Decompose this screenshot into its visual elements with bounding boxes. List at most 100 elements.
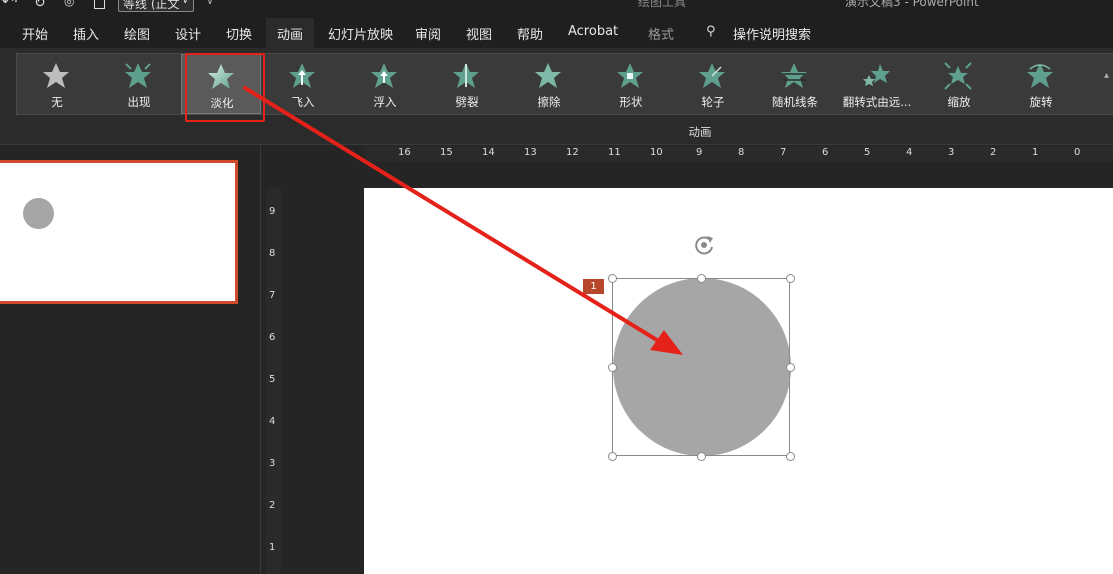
slide-thumbnail-1[interactable] [0, 160, 238, 304]
star-swivel-icon [1027, 63, 1053, 88]
resize-handle-w[interactable] [608, 363, 617, 372]
star-shape-icon [617, 63, 643, 88]
star-wipe-icon [535, 63, 561, 88]
ruler-number: 8 [738, 147, 745, 158]
selection-box [608, 274, 795, 461]
ruler-number: 14 [482, 147, 495, 158]
tab-format[interactable]: 格式 [648, 24, 674, 43]
effect-label: 缩放 [947, 95, 971, 109]
effect-split[interactable]: 劈裂 [427, 54, 507, 114]
ruler-number: 3 [269, 458, 276, 469]
title-bar: ↶· ↻ ◎ 等线 (正文 ∨ ∨ 绘图工具 演示文稿3 - PowerPoin… [0, 0, 1113, 14]
redo-icon[interactable]: ↻ [34, 0, 46, 11]
resize-handle-sw[interactable] [608, 452, 617, 461]
tab-design[interactable]: 设计 [175, 24, 201, 43]
document-icon[interactable] [94, 0, 105, 9]
effect-label: 浮入 [373, 95, 397, 109]
ruler-number: 10 [650, 147, 663, 158]
effect-shape[interactable]: 形状 [591, 54, 671, 114]
effect-label: 翻转式由远... [842, 95, 912, 109]
resize-handle-n[interactable] [697, 274, 706, 283]
ruler-number: 1 [1032, 147, 1039, 158]
ruler-number: 13 [524, 147, 537, 158]
effect-label: 形状 [619, 95, 643, 109]
document-title: 演示文稿3 - PowerPoint [845, 0, 979, 9]
ruler-number: 15 [440, 147, 453, 158]
resize-handle-nw[interactable] [608, 274, 617, 283]
effect-label: 随机线条 [772, 95, 818, 109]
ruler-number: 5 [269, 374, 276, 385]
group-label-animation: 动画 [688, 125, 712, 139]
undo-icon[interactable]: ↶· [2, 0, 18, 10]
star-fly-in-icon [289, 63, 315, 88]
star-grow-turn-icon [863, 64, 890, 86]
font-select-value: 等线 (正文 [123, 0, 180, 11]
tab-view[interactable]: 视图 [466, 24, 492, 43]
tell-me-search[interactable]: 操作说明搜索 [733, 24, 811, 43]
tab-review[interactable]: 审阅 [415, 24, 441, 43]
ribbon-tabs: 开始 插入 绘图 设计 切换 动画 幻灯片放映 审阅 视图 帮助 Acrobat… [0, 14, 1113, 48]
context-title: 绘图工具 [638, 0, 687, 9]
ruler-number: 7 [269, 290, 276, 301]
tab-draw[interactable]: 绘图 [124, 24, 150, 43]
effect-swivel[interactable]: 旋转 [1001, 54, 1081, 114]
resize-handle-se[interactable] [786, 452, 795, 461]
effect-float-in[interactable]: 浮入 [345, 54, 425, 114]
ruler-number: 7 [780, 147, 787, 158]
effect-random-bars[interactable]: 随机线条 [755, 54, 835, 114]
tab-insert[interactable]: 插入 [73, 24, 99, 43]
effect-wipe[interactable]: 擦除 [509, 54, 589, 114]
star-burst-icon [125, 63, 151, 88]
effect-none[interactable]: 无 [17, 54, 97, 114]
effect-fly-in[interactable]: 飞入 [263, 54, 343, 114]
thumbnail-circle [23, 198, 54, 229]
ruler-number: 6 [269, 332, 276, 343]
effect-label: 劈裂 [455, 95, 479, 109]
animation-order-tag[interactable]: 1 [583, 279, 604, 294]
star-wheel-icon [699, 63, 725, 88]
tab-slideshow[interactable]: 幻灯片放映 [328, 24, 393, 43]
effect-label: 飞入 [291, 95, 315, 109]
font-select[interactable]: 等线 (正文 ∨ [118, 0, 194, 12]
tab-home[interactable]: 开始 [22, 24, 48, 43]
effect-grow-turn[interactable]: 翻转式由远... [837, 54, 917, 114]
customize-qat-icon[interactable]: ∨ [206, 0, 214, 7]
ruler-number: 0 [1074, 147, 1081, 158]
rotate-handle-icon[interactable] [691, 232, 717, 258]
chevron-down-icon: ∨ [181, 0, 189, 6]
ruler-number: 6 [822, 147, 829, 158]
slide-thumbnail-pane [0, 145, 261, 574]
star-random-bars-icon [781, 63, 807, 88]
tab-acrobat[interactable]: Acrobat [568, 24, 618, 39]
effect-zoom[interactable]: 缩放 [919, 54, 999, 114]
ruler-number: 16 [398, 147, 411, 158]
effect-label: 无 [51, 95, 63, 109]
tab-animations[interactable]: 动画 [277, 24, 303, 43]
highlight-box [185, 53, 265, 122]
gallery-scroll-icon[interactable]: ▴ [1104, 70, 1109, 81]
ruler-number: 9 [696, 147, 703, 158]
ruler-number: 5 [864, 147, 871, 158]
ruler-number: 3 [948, 147, 955, 158]
star-zoom-icon [944, 62, 972, 90]
resize-handle-s[interactable] [697, 452, 706, 461]
tab-help[interactable]: 帮助 [517, 24, 543, 43]
ruler-number: 11 [608, 147, 621, 158]
effect-appear[interactable]: 出现 [99, 54, 179, 114]
effect-wheel[interactable]: 轮子 [673, 54, 753, 114]
vertical-ruler: 9 8 7 6 5 4 3 2 1 [266, 188, 281, 574]
ruler-number: 8 [269, 248, 276, 259]
ruler-number: 2 [990, 147, 997, 158]
ruler-number: 4 [269, 416, 276, 427]
microphone-icon[interactable]: ◎ [64, 0, 74, 8]
horizontal-ruler: 16 15 14 13 12 11 10 9 8 7 6 5 4 3 2 1 0 [365, 146, 1113, 162]
star-gray-icon [43, 63, 69, 88]
resize-handle-ne[interactable] [786, 274, 795, 283]
ruler-number: 1 [269, 542, 276, 553]
effect-label: 旋转 [1029, 95, 1053, 109]
lightbulb-icon[interactable]: ⚲ [706, 24, 716, 39]
resize-handle-e[interactable] [786, 363, 795, 372]
tab-transitions[interactable]: 切换 [226, 24, 252, 43]
star-float-in-icon [371, 63, 397, 88]
effect-label: 擦除 [537, 95, 561, 109]
